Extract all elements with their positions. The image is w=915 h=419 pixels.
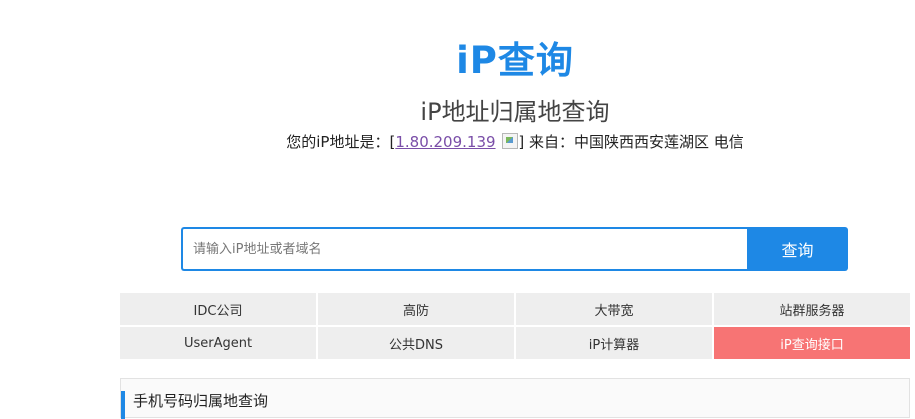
ip-info-prefix: 您的iP地址是：[ xyxy=(286,133,396,151)
search-button[interactable]: 查询 xyxy=(747,227,848,271)
quick-links-grid: IDC公司 高防 大带宽 站群服务器 UserAgent 公共DNS iP计算器… xyxy=(120,293,910,359)
search-form: 查询 xyxy=(181,227,848,271)
quick-link-useragent[interactable]: UserAgent xyxy=(120,327,316,359)
ip-info-line: 您的iP地址是：[1.80.209.139 ] 来自：中国陕西西安莲湖区 电信 xyxy=(0,131,915,152)
section-title: 手机号码归属地查询 xyxy=(133,392,269,410)
site-logo[interactable]: iP查询 xyxy=(0,30,915,84)
quick-link-public-dns[interactable]: 公共DNS xyxy=(318,327,514,359)
quick-link-ip-calculator[interactable]: iP计算器 xyxy=(516,327,712,359)
broken-image-icon xyxy=(502,133,519,149)
quick-link-ip-api[interactable]: iP查询接口 xyxy=(714,327,910,359)
quick-link-site-cluster-server[interactable]: 站群服务器 xyxy=(714,293,910,325)
quick-link-idc[interactable]: IDC公司 xyxy=(120,293,316,325)
quick-link-anti-ddos[interactable]: 高防 xyxy=(318,293,514,325)
phone-lookup-section: 手机号码归属地查询 xyxy=(120,378,910,419)
search-input[interactable] xyxy=(181,227,747,271)
ip-info-location: ] 来自：中国陕西西安莲湖区 电信 xyxy=(518,133,744,151)
page-subtitle: iP地址归属地查询 xyxy=(420,98,610,126)
ip-address-link[interactable]: 1.80.209.139 xyxy=(395,133,495,151)
quick-link-bandwidth[interactable]: 大带宽 xyxy=(516,293,712,325)
